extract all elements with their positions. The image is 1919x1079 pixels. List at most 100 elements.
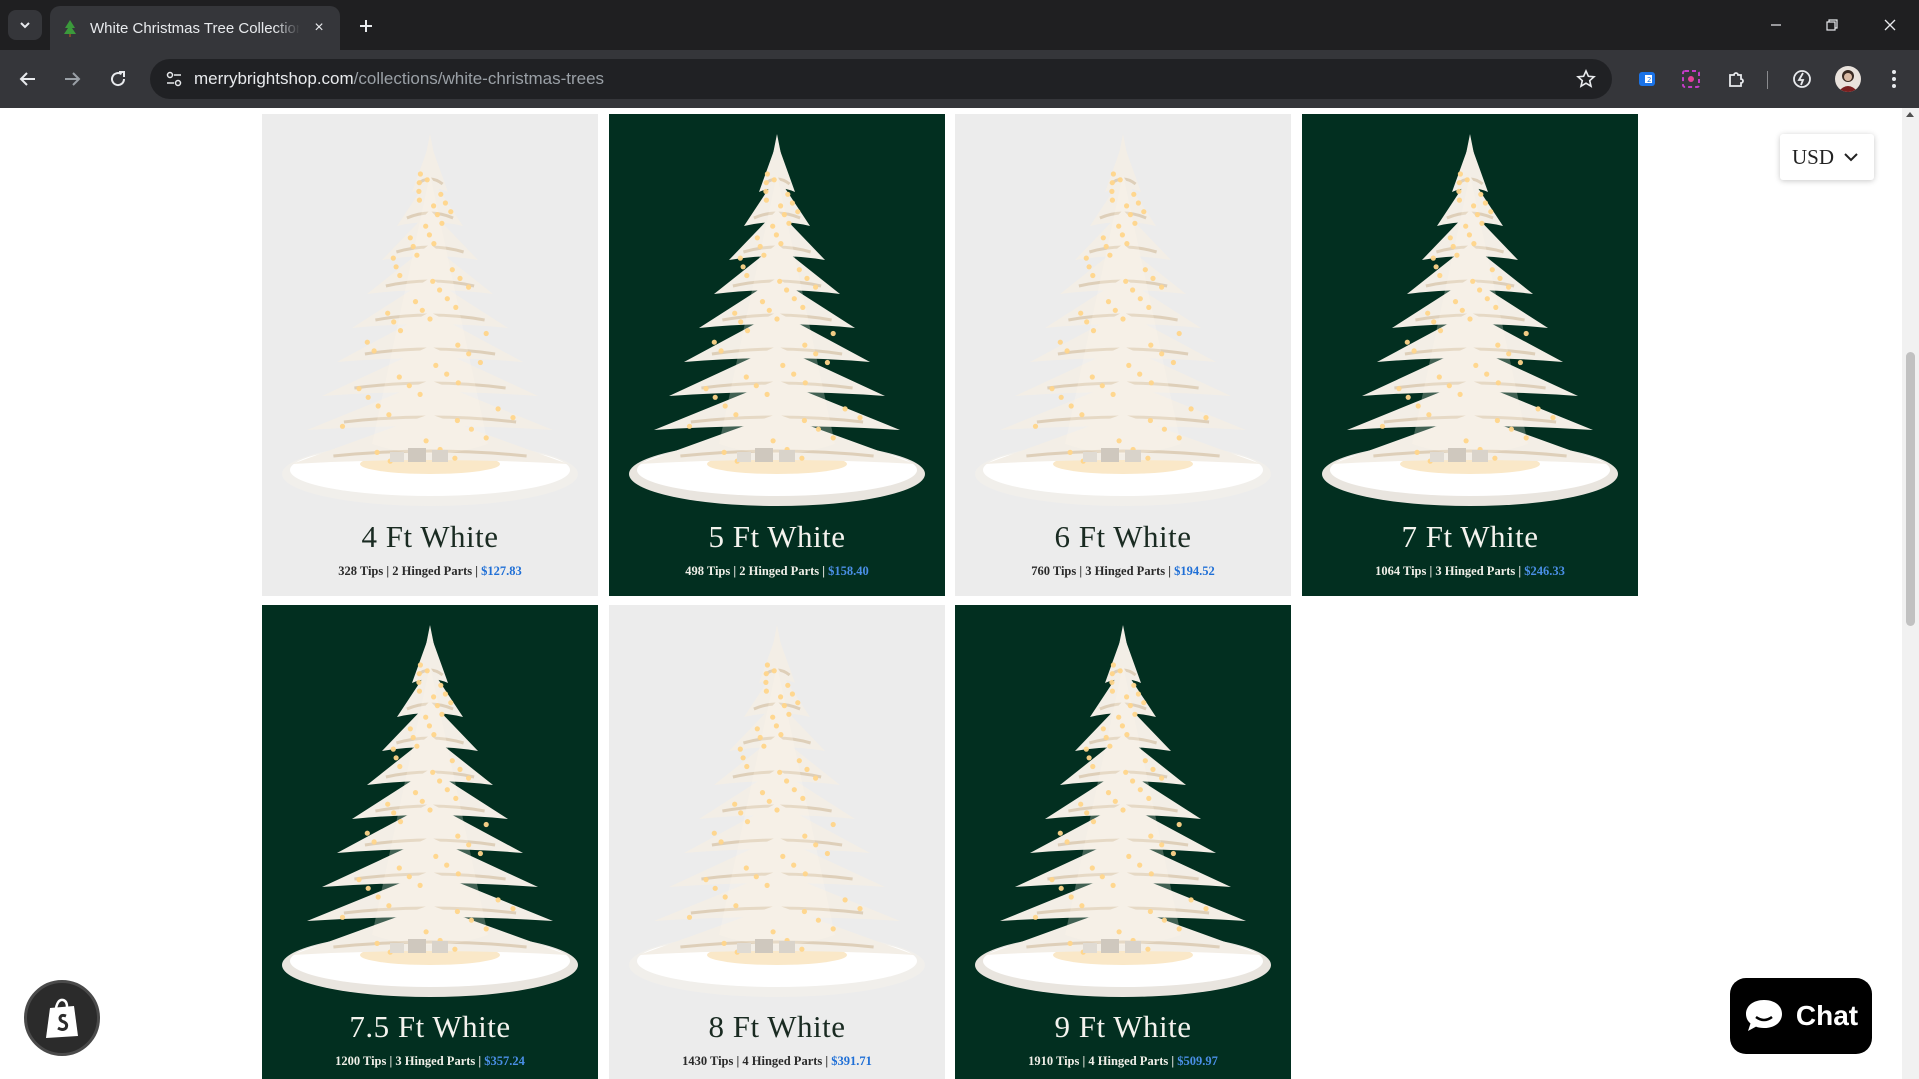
chevron-down-icon xyxy=(20,22,30,29)
spec-separator: | xyxy=(819,564,829,578)
close-window-button[interactable] xyxy=(1862,0,1918,50)
new-tab-button[interactable] xyxy=(352,12,380,40)
shopify-bag-icon xyxy=(46,998,78,1038)
product-specs: 328 Tips | 2 Hinged Parts | $127.83 xyxy=(262,564,598,579)
spec-separator: | xyxy=(472,564,482,578)
product-card[interactable]: 9 Ft White 1910 Tips | 4 Hinged Parts | $… xyxy=(955,605,1291,1079)
product-price[interactable]: $158.40 xyxy=(828,564,869,578)
browser-tab-bar: White Christmas Tree Collection × xyxy=(0,0,1919,50)
product-tips: 498 Tips xyxy=(685,564,731,578)
product-card[interactable]: 7.5 Ft White 1200 Tips | 3 Hinged Parts |… xyxy=(262,605,598,1079)
chat-button[interactable]: Chat xyxy=(1730,978,1872,1054)
tree-image[interactable] xyxy=(955,605,1291,1015)
browser-toolbar: merrybrightshop.com/collections/white-ch… xyxy=(0,50,1919,108)
product-specs: 1064 Tips | 3 Hinged Parts | $246.33 xyxy=(1302,564,1638,579)
back-button[interactable] xyxy=(12,63,44,95)
site-info-button[interactable] xyxy=(154,59,194,99)
tree-image[interactable] xyxy=(955,114,1291,524)
svg-text:2: 2 xyxy=(1647,76,1651,84)
product-price[interactable]: $391.71 xyxy=(831,1054,872,1068)
product-specs: 1910 Tips | 4 Hinged Parts | $509.97 xyxy=(955,1054,1291,1069)
product-title[interactable]: 9 Ft White xyxy=(955,1009,1291,1045)
url-domain: merrybrightshop.com xyxy=(194,69,354,88)
product-parts: 2 Hinged Parts xyxy=(392,564,473,578)
currency-selector[interactable]: USD xyxy=(1780,134,1874,180)
product-card[interactable]: 5 Ft White 498 Tips | 2 Hinged Parts | $1… xyxy=(609,114,945,596)
browser-menu-button[interactable] xyxy=(1880,65,1908,93)
product-card[interactable]: 6 Ft White 760 Tips | 3 Hinged Parts | $1… xyxy=(955,114,1291,596)
active-tab[interactable]: White Christmas Tree Collection × xyxy=(50,6,340,50)
collection-page: 4 Ft White 328 Tips | 2 Hinged Parts | $1… xyxy=(0,108,1902,1079)
spec-separator: | xyxy=(383,564,393,578)
product-title[interactable]: 6 Ft White xyxy=(955,519,1291,555)
product-title[interactable]: 7.5 Ft White xyxy=(262,1009,598,1045)
page-scrollbar[interactable] xyxy=(1902,108,1919,1079)
extension-icon xyxy=(1682,70,1700,88)
tree-image[interactable] xyxy=(609,114,945,524)
product-card[interactable]: 8 Ft White 1430 Tips | 4 Hinged Parts | $… xyxy=(609,605,945,1079)
product-card[interactable]: 4 Ft White 328 Tips | 2 Hinged Parts | $1… xyxy=(262,114,598,596)
bookmark-star-button[interactable] xyxy=(1574,67,1598,91)
tree-image[interactable] xyxy=(262,605,598,1015)
restore-button[interactable] xyxy=(1804,0,1860,50)
profile-avatar-icon xyxy=(1838,70,1858,92)
spec-separator: | xyxy=(730,564,740,578)
tree-favicon xyxy=(64,20,76,37)
product-parts: 4 Hinged Parts xyxy=(1088,1054,1169,1068)
spec-separator: | xyxy=(822,1054,832,1068)
product-specs: 1200 Tips | 3 Hinged Parts | $357.24 xyxy=(262,1054,598,1069)
product-specs: 760 Tips | 3 Hinged Parts | $194.52 xyxy=(955,564,1291,579)
spec-separator: | xyxy=(1168,1054,1178,1068)
product-title[interactable]: 5 Ft White xyxy=(609,519,945,555)
scroll-thumb[interactable] xyxy=(1906,352,1915,626)
chevron-down-icon xyxy=(1844,153,1858,162)
reload-icon xyxy=(111,71,126,87)
product-price[interactable]: $127.83 xyxy=(481,564,522,578)
product-parts: 4 Hinged Parts xyxy=(742,1054,823,1068)
extension-button-1[interactable]: 2 xyxy=(1633,65,1661,93)
tree-image[interactable] xyxy=(1302,114,1638,524)
address-bar[interactable]: merrybrightshop.com/collections/white-ch… xyxy=(150,59,1612,99)
product-price[interactable]: $194.52 xyxy=(1174,564,1215,578)
product-tips: 1430 Tips xyxy=(682,1054,734,1068)
extension-icon: 2 xyxy=(1639,72,1655,86)
forward-button[interactable] xyxy=(56,63,88,95)
product-price[interactable]: $246.33 xyxy=(1524,564,1565,578)
minimize-button[interactable] xyxy=(1748,0,1804,50)
performance-button[interactable] xyxy=(1788,65,1816,93)
extensions-menu-button[interactable] xyxy=(1722,65,1750,93)
site-info-icon xyxy=(166,71,182,87)
product-price[interactable]: $509.97 xyxy=(1177,1054,1218,1068)
spec-separator: | xyxy=(1165,564,1175,578)
product-title[interactable]: 8 Ft White xyxy=(609,1009,945,1045)
shopify-shop-button[interactable] xyxy=(24,980,100,1056)
tab-search-button[interactable] xyxy=(8,10,42,40)
url-path: /collections/white-christmas-trees xyxy=(353,69,605,88)
spec-separator: | xyxy=(1515,564,1525,578)
speed-icon xyxy=(1793,70,1811,88)
tab-title: White Christmas Tree Collection xyxy=(90,19,300,37)
product-card[interactable]: 7 Ft White 1064 Tips | 3 Hinged Parts | $… xyxy=(1302,114,1638,596)
extension-button-2[interactable] xyxy=(1677,65,1705,93)
product-title[interactable]: 4 Ft White xyxy=(262,519,598,555)
close-icon[interactable]: × xyxy=(308,17,330,39)
reload-button[interactable] xyxy=(102,63,134,95)
forward-icon xyxy=(65,72,81,86)
spec-separator: | xyxy=(1076,564,1086,578)
chat-bubble-icon xyxy=(1745,1000,1782,1031)
product-parts: 3 Hinged Parts xyxy=(1435,564,1516,578)
currency-value: USD xyxy=(1792,144,1835,169)
product-price[interactable]: $357.24 xyxy=(484,1054,525,1068)
tree-image[interactable] xyxy=(262,114,598,524)
toolbar-separator xyxy=(1767,71,1768,89)
plus-icon xyxy=(360,20,372,32)
chat-label: Chat xyxy=(1795,1000,1859,1031)
product-tips: 328 Tips xyxy=(338,564,384,578)
product-parts: 3 Hinged Parts xyxy=(1085,564,1166,578)
menu-icon xyxy=(1892,70,1896,88)
puzzle-icon xyxy=(1729,72,1744,87)
product-title[interactable]: 7 Ft White xyxy=(1302,519,1638,555)
profile-avatar[interactable] xyxy=(1835,66,1861,92)
scroll-up-arrow-icon[interactable] xyxy=(1906,112,1914,117)
tree-image[interactable] xyxy=(609,605,945,1015)
